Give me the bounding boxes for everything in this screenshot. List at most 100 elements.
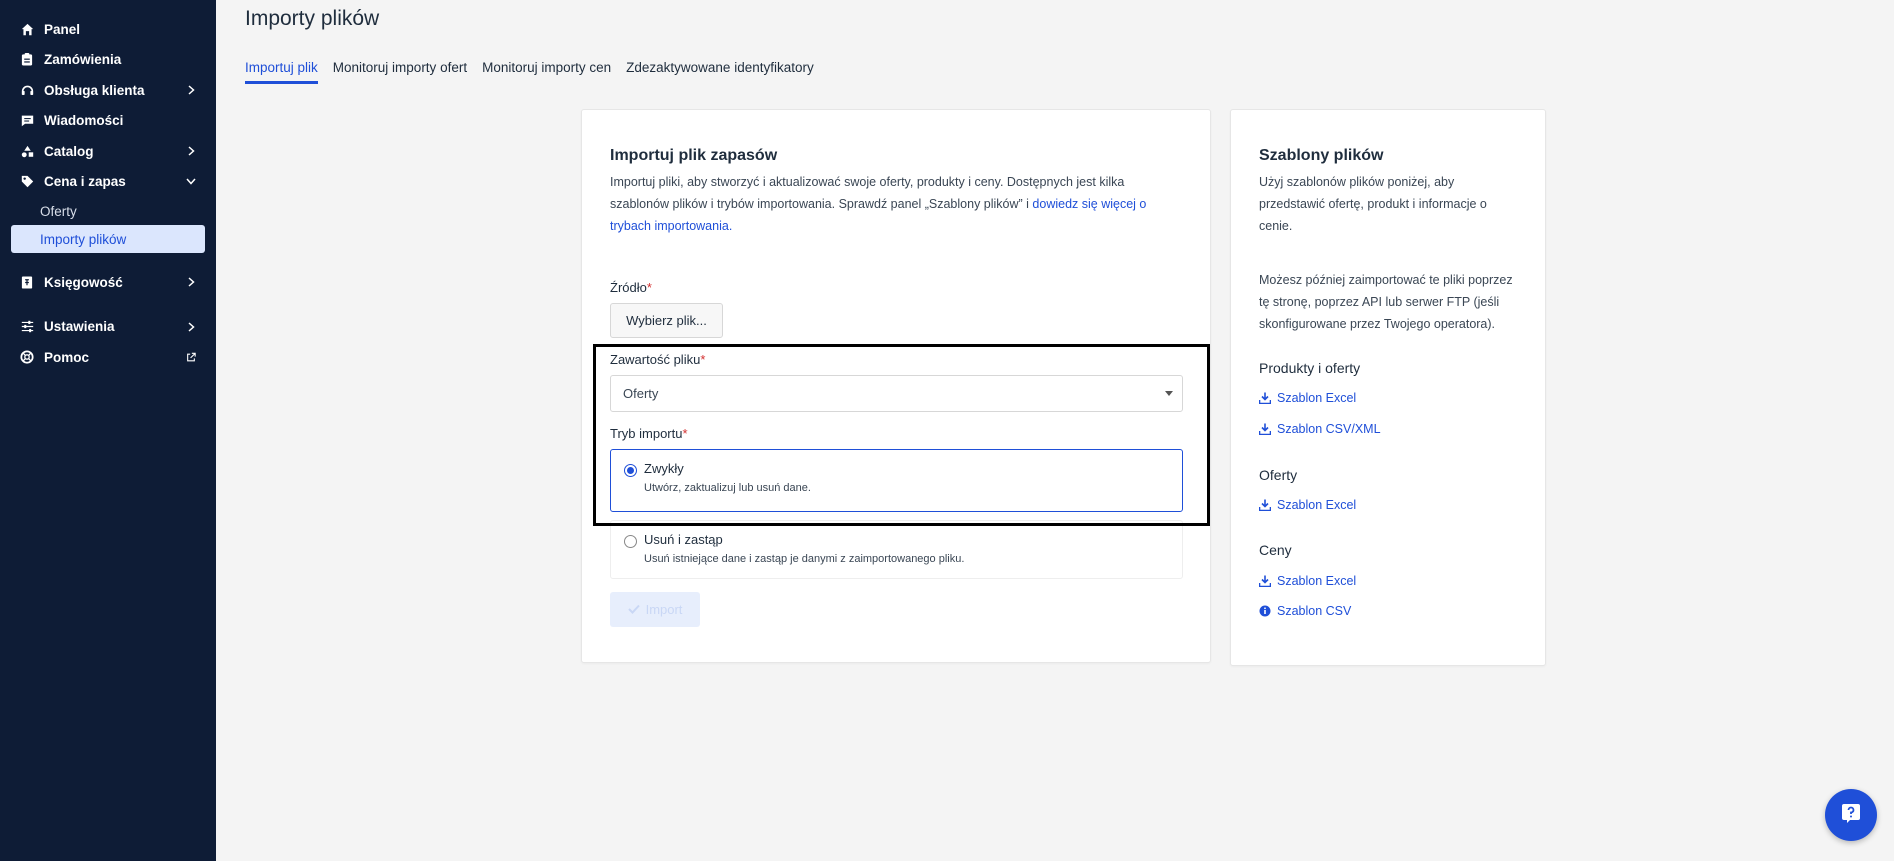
sidebar-item-help[interactable]: Pomoc: [0, 342, 216, 373]
help-chat-button[interactable]: [1825, 789, 1877, 841]
lifebuoy-icon: [20, 350, 34, 364]
templates-desc-1-line-3: cenie.: [1259, 219, 1293, 233]
sidebar-item-label: Pomoc: [44, 349, 90, 365]
radio-button-unchecked[interactable]: [624, 535, 637, 548]
file-content-label: Zawartość pliku*: [610, 352, 705, 367]
chevron-down-icon: [186, 177, 196, 187]
page-title: Importy plików: [245, 7, 380, 30]
learn-more-link[interactable]: dowiedz się więcej o: [1032, 197, 1146, 211]
choose-file-button[interactable]: Wybierz plik...: [610, 303, 723, 338]
radio-button-checked[interactable]: [624, 464, 637, 477]
required-mark: *: [700, 352, 706, 367]
desc-line-2: szablonów plików i trybów importowania. …: [610, 197, 1033, 211]
ledger-icon: [20, 275, 34, 289]
sidebar-item-label: Cena i zapas: [44, 174, 126, 190]
desc-line-1: Importuj pliki, aby stworzyć i aktualizo…: [610, 175, 1125, 189]
file-content-select[interactable]: Oferty: [610, 375, 1183, 412]
templates-desc-2-line-3: skonfigurowane przez Twojego operatora).: [1259, 317, 1496, 331]
sidebar-item-label: Zamówienia: [44, 52, 122, 68]
import-button[interactable]: Import: [610, 592, 700, 627]
headset-icon: [20, 83, 34, 97]
clipboard-icon: [20, 53, 34, 67]
sidebar-item-label: Wiadomości: [44, 113, 124, 129]
chevron-right-icon: [186, 146, 196, 156]
section-products-offers: Produkty i oferty: [1259, 360, 1361, 376]
tag-icon: [20, 175, 34, 189]
import-form-card: Importuj plik zapasów Importuj pliki, ab…: [581, 109, 1211, 663]
sidebar-item-label: Ustawienia: [44, 319, 115, 335]
import-button-label: Import: [645, 602, 683, 617]
templates-title: Szablony plików: [1259, 147, 1384, 164]
template-link-label: Szablon CSV: [1277, 604, 1352, 618]
products-offers-csv-xml-template-link[interactable]: Szablon CSV/XML: [1259, 422, 1381, 436]
form-title: Importuj plik zapasów: [610, 147, 778, 164]
download-icon: [1259, 423, 1271, 435]
option-title: Zwykły: [644, 461, 684, 476]
sidebar-item-label: Księgowość: [44, 274, 123, 290]
sidebar-item-label: Obsługa klienta: [44, 82, 145, 98]
desc-period: .: [728, 219, 733, 233]
prices-csv-template-link[interactable]: Szablon CSV: [1259, 604, 1351, 618]
templates-description-2: Możesz później zaimportować te pliki pop…: [1259, 269, 1529, 335]
main-content: Importy plików Importuj plik Monitoruj i…: [216, 0, 1894, 861]
file-content-label-text: Zawartość pliku: [610, 352, 701, 367]
download-icon: [1259, 499, 1271, 511]
import-modes-link[interactable]: trybach importowania: [610, 219, 729, 233]
sidebar-item-orders[interactable]: Zamówienia: [0, 45, 216, 76]
import-mode-option-normal[interactable]: Zwykły Utwórz, zaktualizuj lub usuń dane…: [610, 449, 1183, 512]
download-icon: [1259, 575, 1271, 587]
sidebar-nav: Panel Zamówienia Obsługa klienta Wiadomo…: [0, 0, 216, 373]
sidebar-item-price-stock[interactable]: Cena i zapas: [0, 167, 216, 198]
tab-import-file[interactable]: Importuj plik: [245, 60, 318, 84]
sidebar-subitem-offers[interactable]: Oferty: [0, 197, 216, 225]
sidebar: Panel Zamówienia Obsługa klienta Wiadomo…: [0, 0, 216, 861]
option-title: Usuń i zastąp: [644, 532, 723, 547]
sidebar-item-label: Panel: [44, 21, 81, 37]
source-label-text: Źródło: [610, 280, 647, 295]
section-offers: Oferty: [1259, 467, 1298, 483]
download-icon: [1259, 392, 1271, 404]
option-description: Usuń istniejące dane i zastąp je danymi …: [644, 553, 965, 565]
templates-desc-2-line-1: Możesz później zaimportować te pliki pop…: [1259, 273, 1513, 287]
check-icon: [627, 602, 640, 617]
sidebar-item-customer-service[interactable]: Obsługa klienta: [0, 75, 216, 106]
template-link-label: Szablon Excel: [1277, 391, 1357, 405]
sidebar-item-panel[interactable]: Panel: [0, 14, 216, 45]
templates-description-1: Użyj szablonów plików poniżej, aby przed…: [1259, 171, 1529, 237]
required-mark: *: [646, 280, 652, 295]
shapes-icon: [20, 144, 34, 158]
sidebar-subitem-file-imports[interactable]: Importy plików: [11, 225, 205, 253]
sidebar-item-messages[interactable]: Wiadomości: [0, 106, 216, 137]
templates-desc-2-line-2: tę stronę, poprzez API lub serwer FTP (j…: [1259, 295, 1500, 309]
info-icon: [1259, 605, 1271, 617]
sidebar-subitem-label: Importy plików: [40, 231, 127, 247]
file-content-value: Oferty: [623, 386, 659, 401]
template-link-label: Szablon CSV/XML: [1277, 422, 1381, 436]
question-icon: [1840, 802, 1862, 829]
import-mode-label-text: Tryb importu: [610, 426, 683, 441]
caret-down-icon: [1165, 391, 1173, 396]
tab-monitor-offer-imports[interactable]: Monitoruj importy ofert: [333, 60, 467, 84]
template-link-label: Szablon Excel: [1277, 498, 1357, 512]
tab-deactivated-ids[interactable]: Zdezaktywowane identyfikatory: [626, 60, 814, 84]
sidebar-item-settings[interactable]: Ustawienia: [0, 312, 216, 343]
templates-desc-1-line-1: Użyj szablonów plików poniżej, aby: [1259, 175, 1455, 189]
import-mode-option-replace[interactable]: Usuń i zastąp Usuń istniejące dane i zas…: [610, 520, 1183, 579]
sidebar-item-catalog[interactable]: Catalog: [0, 136, 216, 167]
nav-spacer: [0, 298, 216, 312]
sidebar-item-accounting[interactable]: Księgowość: [0, 267, 216, 298]
required-mark: *: [682, 426, 688, 441]
template-link-label: Szablon Excel: [1277, 574, 1357, 588]
tab-monitor-price-imports[interactable]: Monitoruj importy cen: [482, 60, 611, 84]
prices-excel-template-link[interactable]: Szablon Excel: [1259, 574, 1356, 588]
form-description: Importuj pliki, aby stworzyć i aktualizo…: [610, 171, 1190, 237]
sliders-icon: [20, 320, 34, 334]
nav-spacer: [0, 253, 216, 267]
sidebar-item-label: Catalog: [44, 143, 94, 159]
offers-excel-template-link[interactable]: Szablon Excel: [1259, 498, 1356, 512]
import-mode-label: Tryb importu*: [610, 426, 688, 441]
products-offers-excel-template-link[interactable]: Szablon Excel: [1259, 391, 1356, 405]
tab-bar: Importuj plik Monitoruj importy ofert Mo…: [245, 60, 814, 84]
source-label: Źródło*: [610, 280, 652, 295]
option-description: Utwórz, zaktualizuj lub usuń dane.: [644, 482, 811, 494]
